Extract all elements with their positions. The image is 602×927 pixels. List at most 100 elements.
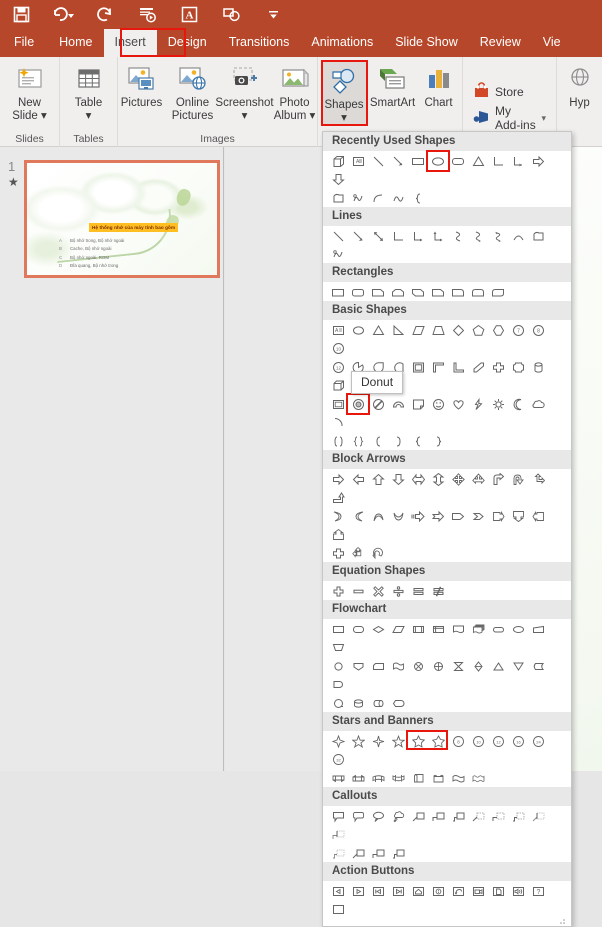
shape-horizontal-scroll[interactable] bbox=[428, 769, 448, 787]
shape-heptagon[interactable]: 7 bbox=[508, 321, 528, 339]
shape-notched-right-arrow[interactable] bbox=[428, 507, 448, 525]
chevron-down-icon[interactable]: ▾ bbox=[541, 113, 546, 124]
shape-flowchart-data[interactable] bbox=[388, 620, 408, 638]
shape-cube[interactable] bbox=[328, 152, 348, 170]
shape-curved-right-arrow[interactable] bbox=[328, 507, 348, 525]
shape-equal[interactable] bbox=[408, 582, 428, 600]
customize-qat-chevron-down-icon[interactable] bbox=[252, 0, 294, 28]
shape-isosceles-triangle[interactable] bbox=[368, 321, 388, 339]
shape-action-document[interactable] bbox=[488, 882, 508, 900]
shape-up-arrow-callout[interactable] bbox=[328, 525, 348, 543]
shape-round-diagonal-corner[interactable] bbox=[488, 283, 508, 301]
shape-flowchart-summing-junction[interactable] bbox=[408, 657, 428, 675]
shape-double-brace[interactable] bbox=[348, 432, 368, 450]
shape-diamond[interactable] bbox=[448, 321, 468, 339]
shape-flowchart-display[interactable] bbox=[388, 694, 408, 712]
shape-oval-callout[interactable] bbox=[368, 807, 388, 825]
shape-line-callout-1-border[interactable] bbox=[468, 807, 488, 825]
undo-icon[interactable] bbox=[42, 0, 84, 28]
shape-smiley-face[interactable] bbox=[428, 395, 448, 413]
shape-star-12-point[interactable]: 12 bbox=[488, 732, 508, 750]
shape-flowchart-predefined-process[interactable] bbox=[408, 620, 428, 638]
shape-snip-single-corner[interactable] bbox=[368, 283, 388, 301]
shape-curved-down-ribbon[interactable] bbox=[388, 769, 408, 787]
shape-up-arrow[interactable] bbox=[368, 470, 388, 488]
hyperlink-button[interactable]: Hyp bbox=[560, 60, 600, 110]
shape-snip-same-side-corner[interactable] bbox=[388, 283, 408, 301]
shape-rectangle[interactable] bbox=[328, 283, 348, 301]
chevron-down-icon[interactable]: ▾ bbox=[242, 110, 248, 122]
shape-text-box[interactable]: A bbox=[328, 321, 348, 339]
shape-right-bracket[interactable] bbox=[388, 432, 408, 450]
shape-line-arrow[interactable] bbox=[388, 152, 408, 170]
shape-curved-arrow-connector[interactable] bbox=[468, 227, 488, 245]
shape-donut[interactable] bbox=[346, 393, 370, 415]
shape-action-end[interactable] bbox=[388, 882, 408, 900]
chart-button[interactable]: Chart bbox=[418, 60, 460, 110]
shape-chevron[interactable] bbox=[468, 507, 488, 525]
shape-up-ribbon[interactable] bbox=[328, 769, 348, 787]
shape-flowchart-sequential-access-storage[interactable] bbox=[328, 694, 348, 712]
shape-star-10-point[interactable]: 10 bbox=[468, 732, 488, 750]
shape-u-turn-arrow[interactable] bbox=[508, 470, 528, 488]
new-slide-button[interactable]: New Slide ▾ bbox=[1, 60, 59, 122]
shape-flowchart-process[interactable] bbox=[328, 620, 348, 638]
shape-down-arrow-callout[interactable] bbox=[508, 507, 528, 525]
shape-pentagon-arrow[interactable] bbox=[448, 507, 468, 525]
shape-right-triangle[interactable] bbox=[388, 321, 408, 339]
tab-transitions[interactable]: Transitions bbox=[218, 29, 301, 57]
tab-view[interactable]: Vie bbox=[532, 29, 572, 57]
shape-flowchart-terminator[interactable] bbox=[488, 620, 508, 638]
shape-double-wave[interactable] bbox=[468, 769, 488, 787]
shape-minus[interactable] bbox=[348, 582, 368, 600]
shape-multiply[interactable] bbox=[368, 582, 388, 600]
shape-plus[interactable] bbox=[328, 582, 348, 600]
shape-can[interactable] bbox=[528, 358, 548, 376]
redo-icon[interactable] bbox=[84, 0, 126, 28]
shape-flowchart-multidocument[interactable] bbox=[468, 620, 488, 638]
shape-flowchart-or[interactable] bbox=[428, 657, 448, 675]
shape-curved-connector[interactable] bbox=[448, 227, 468, 245]
shape-round-same-side-corner[interactable] bbox=[468, 283, 488, 301]
shape-flowchart-magnetic-disk[interactable] bbox=[348, 694, 368, 712]
shape-action-help[interactable]: ? bbox=[528, 882, 548, 900]
shape-flowchart-alternate-process[interactable] bbox=[348, 620, 368, 638]
shape-cloud-callout[interactable] bbox=[388, 807, 408, 825]
shape-star-5-point-outline[interactable] bbox=[388, 732, 408, 750]
shape-folded-corner[interactable] bbox=[408, 395, 428, 413]
shape-circular-arrow[interactable] bbox=[368, 544, 388, 562]
shape-bent-arrow[interactable] bbox=[488, 470, 508, 488]
shape-sun[interactable] bbox=[488, 395, 508, 413]
shapes-merge-icon[interactable] bbox=[210, 0, 252, 28]
gallery-resize-grip[interactable] bbox=[559, 917, 567, 925]
shape-heart[interactable] bbox=[448, 395, 468, 413]
table-button[interactable]: Table ▾ bbox=[60, 60, 118, 122]
shape-no-symbol[interactable] bbox=[368, 395, 388, 413]
shape-vertical-scroll[interactable] bbox=[408, 769, 428, 787]
chevron-down-icon[interactable]: ▾ bbox=[41, 110, 47, 122]
shape-pentagon[interactable] bbox=[468, 321, 488, 339]
shape-flowchart-delay[interactable] bbox=[328, 675, 348, 693]
shape-left-arrow-callout[interactable] bbox=[528, 507, 548, 525]
shape-curved-left-arrow[interactable] bbox=[348, 507, 368, 525]
shape-round-single-corner[interactable] bbox=[448, 283, 468, 301]
chevron-down-icon[interactable]: ▾ bbox=[310, 110, 316, 122]
shape-action-sound[interactable] bbox=[508, 882, 528, 900]
shape-star-4-point-thin[interactable] bbox=[368, 732, 388, 750]
shape-left-brace[interactable] bbox=[408, 189, 428, 207]
shape-left-bracket[interactable] bbox=[368, 432, 388, 450]
slide-thumbnail-1[interactable]: Hệ thống nhớ của máy tính bao gồm A Bộ nh… bbox=[24, 160, 220, 278]
photo-album-button[interactable]: Photo Album ▾ bbox=[271, 60, 319, 122]
shape-line-callout-no-border-3[interactable] bbox=[388, 844, 408, 862]
shape-not-equal[interactable] bbox=[428, 582, 448, 600]
shape-elbow-double-arrow-connector[interactable] bbox=[428, 227, 448, 245]
shape-action-beginning[interactable] bbox=[368, 882, 388, 900]
shape-action-movie[interactable] bbox=[468, 882, 488, 900]
shape-snip-and-round-corner[interactable] bbox=[428, 283, 448, 301]
shape-arc[interactable] bbox=[328, 413, 348, 431]
shape-freeform[interactable] bbox=[328, 189, 348, 207]
shape-double-arc[interactable] bbox=[388, 189, 408, 207]
shape-curved-up-ribbon[interactable] bbox=[368, 769, 388, 787]
shape-hexagon[interactable] bbox=[488, 321, 508, 339]
shape-flowchart-punched-tape[interactable] bbox=[388, 657, 408, 675]
